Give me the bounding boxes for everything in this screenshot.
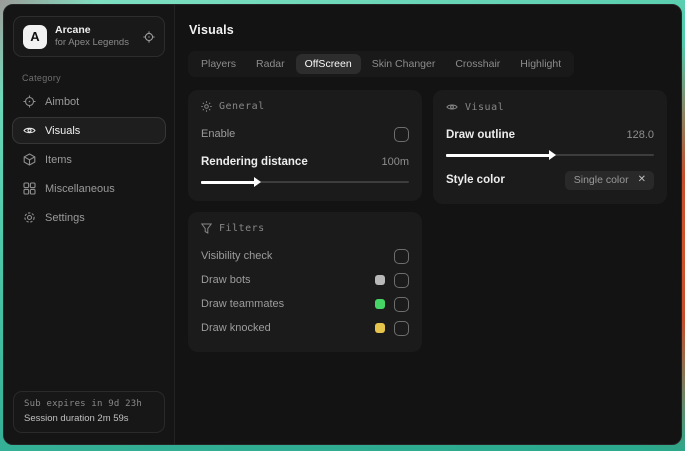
draw-knocked-row: Draw knocked	[201, 317, 409, 339]
enable-label: Enable	[201, 128, 236, 140]
draw-teammates-label: Draw teammates	[201, 298, 285, 310]
draw-bots-checkbox[interactable]	[394, 272, 409, 288]
sidebar-item-label: Visuals	[45, 124, 81, 137]
general-panel-title: General	[219, 101, 265, 112]
visual-panel-title: Visual	[465, 101, 505, 113]
visual-panel-header: Visual	[446, 101, 654, 113]
tab-radar[interactable]: Radar	[247, 54, 294, 74]
draw-bots-label: Draw bots	[201, 274, 251, 286]
draw-teammates-checkbox[interactable]	[394, 296, 409, 312]
close-icon[interactable]: ✕	[638, 174, 646, 185]
tab-bar: Players Radar OffScreen Skin Changer Cro…	[188, 51, 575, 77]
visibility-check-row: Visibility check	[201, 245, 409, 267]
content-columns: General Enable Rendering distance 100m F…	[188, 90, 667, 352]
draw-knocked-checkbox[interactable]	[394, 320, 409, 336]
style-color-row: Style color Single color ✕	[446, 169, 654, 191]
app-window: A Arcane for Apex Legends Category Aimbo…	[3, 4, 682, 445]
app-logo: A	[23, 24, 47, 49]
tab-players[interactable]: Players	[192, 54, 245, 74]
filters-panel: Filters Visibility check Draw bots Draw …	[188, 212, 422, 352]
enable-row: Enable	[201, 123, 409, 145]
sidebar-item-label: Aimbot	[45, 95, 80, 108]
rendering-distance-row: Rendering distance 100m	[201, 151, 409, 173]
sidebar-item-miscellaneous[interactable]: Miscellaneous	[12, 175, 166, 202]
sidebar-item-label: Settings	[45, 211, 85, 224]
app-title: Arcane	[55, 24, 91, 36]
visibility-check-checkbox[interactable]	[394, 248, 409, 264]
category-label: Category	[22, 73, 61, 83]
rendering-distance-label: Rendering distance	[201, 156, 308, 168]
draw-outline-slider[interactable]	[446, 149, 654, 161]
tab-crosshair[interactable]: Crosshair	[446, 54, 509, 74]
eye-icon	[23, 124, 36, 137]
left-column: General Enable Rendering distance 100m F…	[188, 90, 422, 352]
slider-thumb[interactable]	[201, 177, 262, 187]
rendering-distance-value: 100m	[381, 156, 409, 168]
general-panel: General Enable Rendering distance 100m	[188, 90, 422, 201]
filters-panel-title: Filters	[219, 223, 265, 234]
funnel-icon	[201, 223, 212, 234]
sub-expires-text: Sub expires in 9d 23h	[24, 399, 142, 409]
sidebar-item-label: Items	[45, 153, 72, 166]
sidebar-item-visuals[interactable]: Visuals	[12, 117, 166, 144]
brand-text: Arcane for Apex Legends	[55, 24, 135, 49]
tab-skin-changer[interactable]: Skin Changer	[363, 54, 445, 74]
general-panel-header: General	[201, 101, 409, 112]
tab-offscreen[interactable]: OffScreen	[295, 54, 361, 74]
draw-knocked-label: Draw knocked	[201, 322, 271, 334]
visibility-check-label: Visibility check	[201, 250, 273, 262]
page-title: Visuals	[189, 23, 234, 37]
sidebar-item-settings[interactable]: Settings	[12, 204, 166, 231]
gear-icon	[23, 211, 36, 224]
sun-icon	[201, 101, 212, 112]
sidebar: A Arcane for Apex Legends Category Aimbo…	[4, 5, 175, 444]
draw-outline-label: Draw outline	[446, 129, 516, 141]
session-card: Sub expires in 9d 23h Session duration 2…	[13, 391, 165, 433]
rendering-distance-slider[interactable]	[201, 176, 409, 188]
right-column: Visual Draw outline 128.0 Style color Si…	[433, 90, 667, 204]
sidebar-item-label: Miscellaneous	[45, 182, 115, 195]
style-color-select[interactable]: Single color ✕	[564, 170, 654, 190]
draw-outline-row: Draw outline 128.0	[446, 124, 654, 146]
target-icon[interactable]	[143, 30, 155, 43]
sidebar-nav: Aimbot Visuals Items Miscellaneous Setti…	[4, 87, 174, 232]
brand-card: A Arcane for Apex Legends	[13, 16, 165, 57]
draw-teammates-row: Draw teammates	[201, 293, 409, 315]
draw-bots-row: Draw bots	[201, 269, 409, 291]
cube-icon	[23, 153, 36, 166]
draw-outline-value: 128.0	[626, 129, 654, 141]
draw-teammates-color-swatch[interactable]	[375, 299, 385, 309]
filters-panel-header: Filters	[201, 223, 409, 234]
draw-bots-color-swatch[interactable]	[375, 275, 385, 285]
main-content: Visuals Players Radar OffScreen Skin Cha…	[175, 5, 681, 444]
grid-icon	[23, 182, 36, 195]
app-subtitle: for Apex Legends	[55, 37, 129, 49]
style-color-selected-value: Single color	[573, 173, 629, 186]
draw-knocked-color-swatch[interactable]	[375, 323, 385, 333]
slider-thumb[interactable]	[446, 150, 556, 160]
enable-checkbox[interactable]	[394, 126, 409, 142]
eye-icon	[446, 101, 458, 113]
tab-highlight[interactable]: Highlight	[511, 54, 570, 74]
sidebar-item-aimbot[interactable]: Aimbot	[12, 88, 166, 115]
sidebar-item-items[interactable]: Items	[12, 146, 166, 173]
session-duration-text: Session duration 2m 59s	[24, 413, 129, 424]
visual-panel: Visual Draw outline 128.0 Style color Si…	[433, 90, 667, 204]
crosshair-icon	[23, 95, 36, 108]
style-color-label: Style color	[446, 174, 505, 186]
